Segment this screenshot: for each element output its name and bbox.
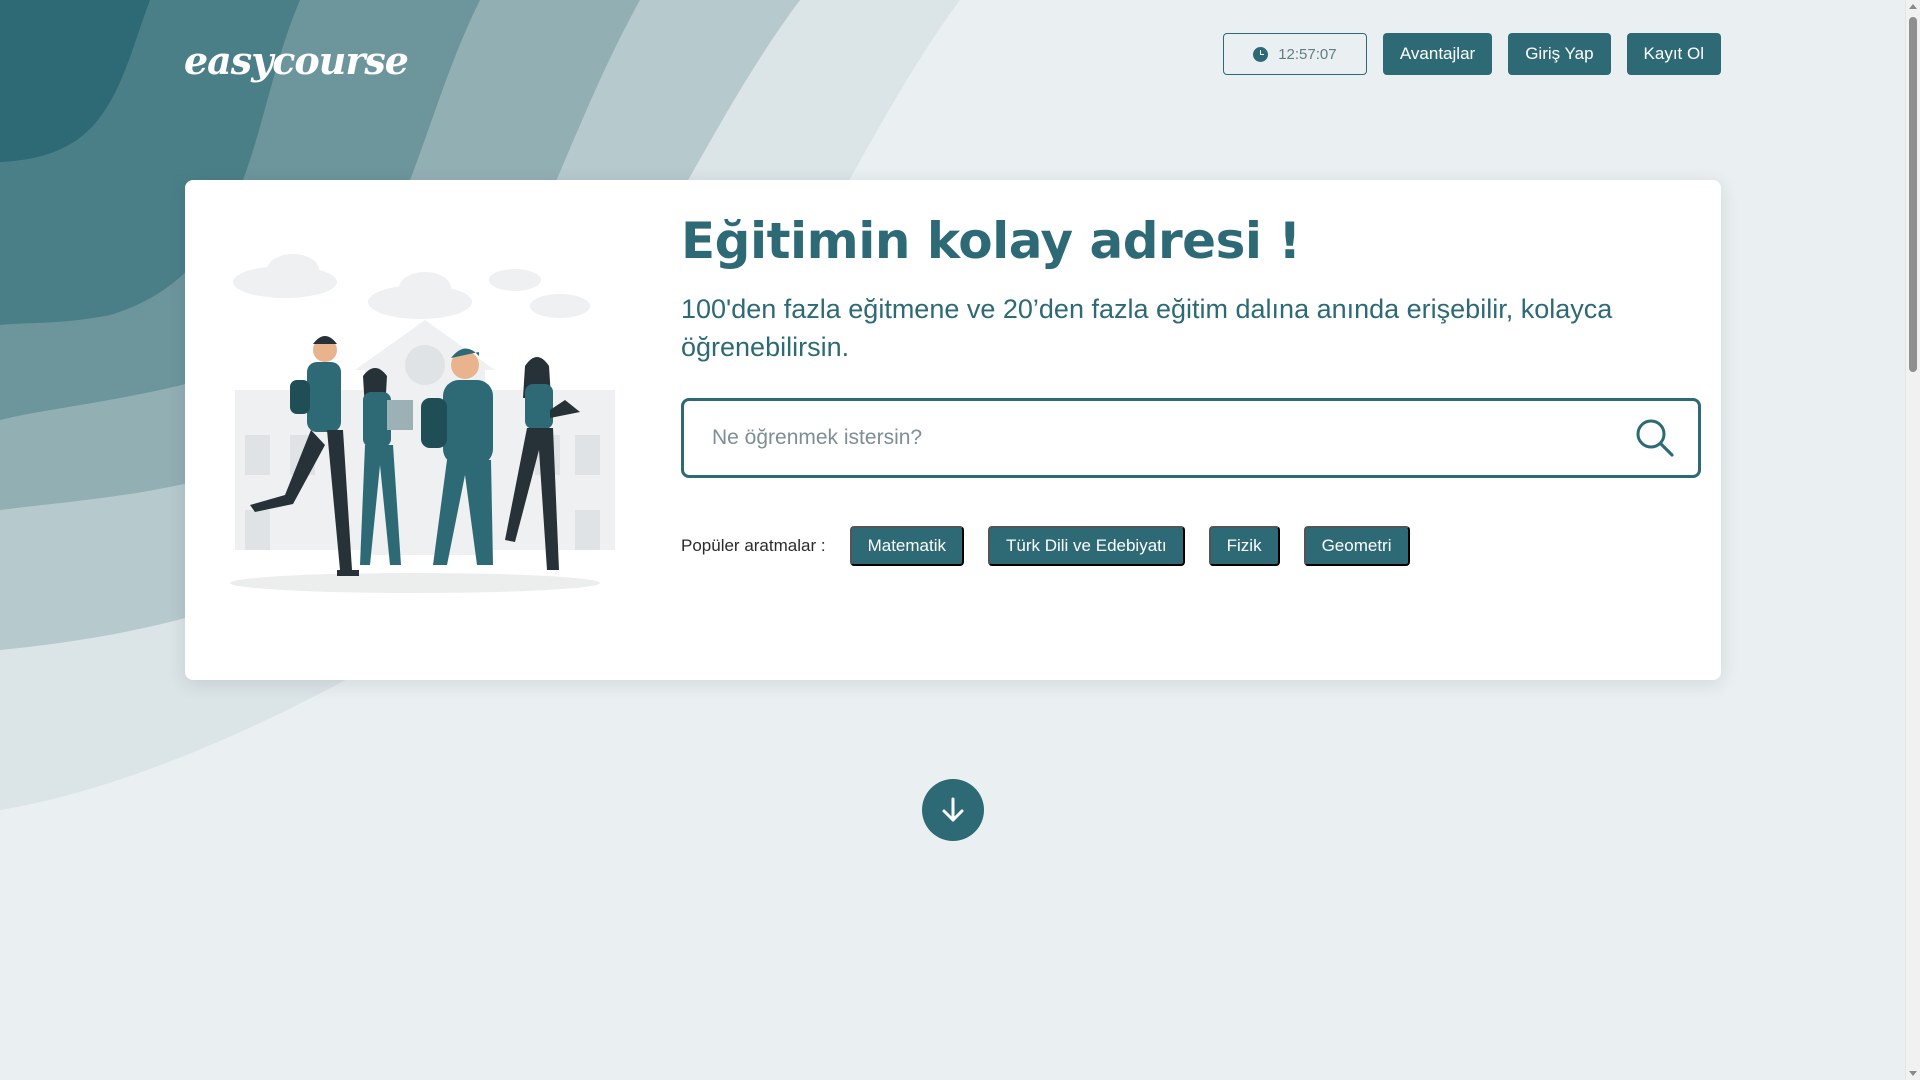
header-nav: 12:57:07 Avantajlar Giriş Yap Kayıt Ol [1222, 33, 1721, 75]
search-button[interactable] [1612, 401, 1698, 475]
scroll-down-arrow-icon[interactable] [1909, 1071, 1917, 1076]
popular-tag-fizik[interactable]: Fizik [1208, 526, 1280, 566]
login-button[interactable]: Giriş Yap [1508, 33, 1611, 75]
clock-icon [1253, 46, 1269, 62]
popular-tag-geometri[interactable]: Geometri [1303, 526, 1410, 566]
search-icon [1636, 419, 1674, 457]
hero-subtitle: 100'den fazla eğitmene ve 20’den fazla e… [681, 294, 1613, 362]
arrow-down-icon [942, 797, 964, 822]
search-box [681, 398, 1701, 478]
site-logo[interactable]: easycourse [184, 38, 409, 83]
popular-searches-label: Popüler aratmalar : [681, 536, 826, 555]
search-input[interactable] [684, 401, 1612, 475]
register-button[interactable]: Kayıt Ol [1626, 33, 1721, 75]
students-illustration [230, 254, 615, 593]
popular-tag-matematik[interactable]: Matematik [849, 526, 964, 566]
hero-card: Eğitimin kolay adresi ! 100'den fazla eğ… [185, 180, 1721, 680]
scrollbar-thumb[interactable] [1909, 17, 1917, 372]
popular-tag-turk-dili[interactable]: Türk Dili ve Edebiyatı [988, 526, 1185, 566]
clock-time: 12:57:07 [1278, 45, 1337, 63]
scroll-up-arrow-icon[interactable] [1909, 4, 1917, 9]
clock-display: 12:57:07 [1222, 33, 1367, 75]
advantages-button[interactable]: Avantajlar [1382, 33, 1493, 75]
hero-title: Eğitimin kolay adresi ! [681, 212, 1301, 270]
popular-searches: Popüler aratmalar : Matematik Türk Dili … [681, 526, 1434, 566]
scroll-down-button[interactable] [922, 779, 984, 841]
page-scrollbar[interactable] [1905, 0, 1920, 1080]
